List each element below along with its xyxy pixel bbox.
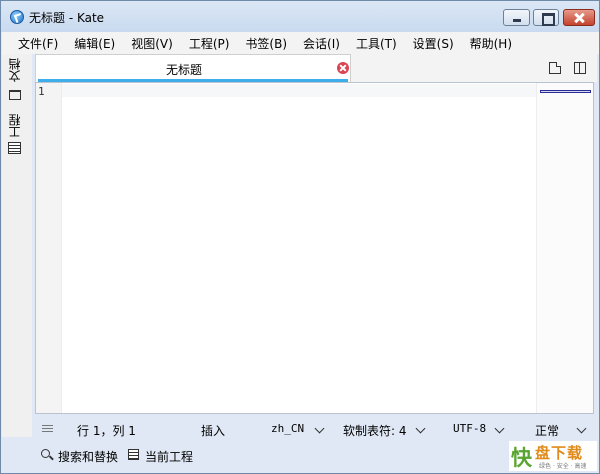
documents-tab-label: 文档 xyxy=(8,58,22,82)
minimap-scrollbar[interactable] xyxy=(536,83,593,413)
maximize-button[interactable] xyxy=(533,9,559,26)
menu-view[interactable]: 视图(V) xyxy=(123,35,181,52)
search-icon[interactable] xyxy=(41,449,50,458)
minimize-button[interactable] xyxy=(503,9,530,26)
kate-window: 无标题 - Kate 文件(F) 编辑(E) 视图(V) 工程(P) 书签(B)… xyxy=(0,0,600,474)
title-bar: 无标题 - Kate xyxy=(1,1,599,32)
close-icon[interactable] xyxy=(337,62,349,74)
projects-side-tab[interactable]: 工程 xyxy=(7,114,27,141)
current-line-highlight xyxy=(62,84,536,97)
input-mode[interactable]: 插入 xyxy=(201,422,225,439)
chevron-down-icon[interactable] xyxy=(576,423,587,434)
indentation-selector[interactable]: 软制表符: 4 xyxy=(343,422,407,439)
line-number: 1 xyxy=(38,85,45,98)
projects-tab-label: 工程 xyxy=(8,114,22,138)
side-panel: 文档 工程 xyxy=(2,54,32,437)
close-window-button[interactable] xyxy=(563,9,595,26)
watermark-logo: 快 盘下载 绿色 · 安全 · 高速 xyxy=(509,441,597,471)
lines-icon[interactable] xyxy=(42,425,53,434)
current-project-button[interactable]: 当前工程 xyxy=(145,448,193,465)
documents-side-tab[interactable]: 文档 xyxy=(7,58,27,85)
list-icon[interactable] xyxy=(8,142,21,154)
menu-sessions[interactable]: 会话(I) xyxy=(295,35,348,52)
menu-edit[interactable]: 编辑(E) xyxy=(66,35,123,52)
watermark-glyph: 快 xyxy=(511,446,532,470)
window-title: 无标题 - Kate xyxy=(29,11,105,25)
dictionary-selector[interactable]: zh_CN xyxy=(271,422,304,435)
tab-untitled[interactable]: 无标题 xyxy=(35,54,351,82)
menu-settings[interactable]: 设置(S) xyxy=(405,35,462,52)
encoding-selector[interactable]: UTF-8 xyxy=(453,422,486,435)
tab-label: 无标题 xyxy=(165,63,202,77)
search-replace-button[interactable]: 搜索和替换 xyxy=(58,448,118,465)
status-bar: 行 1，列 1 插入 zh_CN 软制表符: 4 UTF-8 正常 xyxy=(35,417,597,441)
menu-file[interactable]: 文件(F) xyxy=(10,35,66,52)
menu-project[interactable]: 工程(P) xyxy=(181,35,238,52)
watermark-title: 盘下载 xyxy=(535,444,584,462)
project-icon[interactable] xyxy=(128,449,139,460)
minimap-viewport-marker[interactable] xyxy=(540,90,591,93)
editor-area[interactable]: 1 xyxy=(35,82,594,414)
menu-bar: 文件(F) 编辑(E) 视图(V) 工程(P) 书签(B) 会话(I) 工具(T… xyxy=(2,32,599,54)
menu-tools[interactable]: 工具(T) xyxy=(348,35,405,52)
split-view-icon[interactable] xyxy=(574,62,586,74)
line-number-gutter: 1 xyxy=(36,83,62,413)
new-document-icon[interactable] xyxy=(549,62,561,74)
cursor-position[interactable]: 行 1，列 1 xyxy=(77,422,136,439)
kate-app-icon xyxy=(10,10,24,24)
chevron-down-icon[interactable] xyxy=(494,423,505,434)
tab-bar: 无标题 xyxy=(35,54,597,82)
watermark-subtitle: 绿色 · 安全 · 高速 xyxy=(539,463,587,470)
menu-help[interactable]: 帮助(H) xyxy=(462,35,520,52)
folder-icon[interactable] xyxy=(9,90,21,100)
end-of-line-selector[interactable]: 正常 xyxy=(535,422,559,439)
chevron-down-icon[interactable] xyxy=(314,423,325,434)
chevron-down-icon[interactable] xyxy=(415,423,426,434)
menu-bookmarks[interactable]: 书签(B) xyxy=(237,35,295,52)
